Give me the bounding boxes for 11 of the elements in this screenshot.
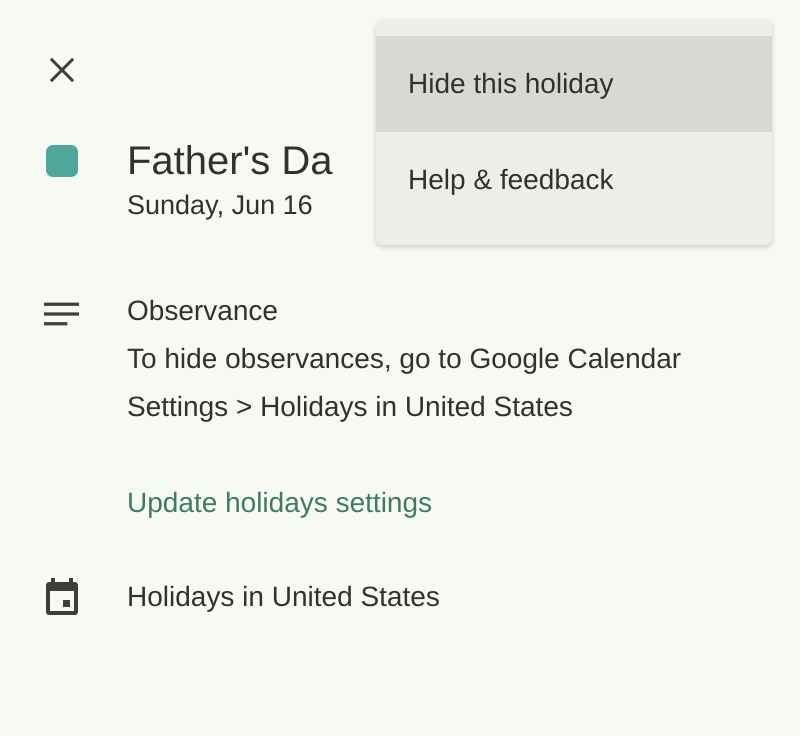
menu-item[interactable]: Hide this holiday (376, 36, 772, 132)
close-icon[interactable] (48, 57, 74, 83)
calendar-icon (44, 577, 80, 617)
description-text: To hide observances, go to Google Calendar Settings > Holidays in United States (127, 342, 682, 424)
calendar-name: Holidays in United States (127, 580, 440, 614)
description-icon (43, 301, 80, 327)
menu-item[interactable]: Help & feedback (376, 132, 772, 228)
description-heading: Observance (127, 294, 278, 328)
update-settings-link[interactable]: Update holidays settings (127, 479, 432, 527)
event-title: Father's Da (127, 138, 332, 184)
event-date: Sunday, Jun 16 (127, 190, 313, 221)
